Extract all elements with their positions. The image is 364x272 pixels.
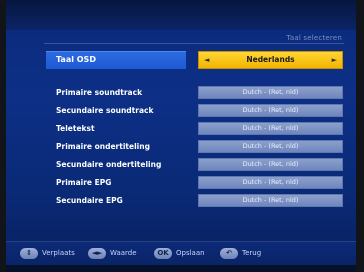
setting-value[interactable]: Dutch - (Ret, nld) <box>198 104 343 117</box>
title-divider <box>44 43 344 44</box>
updown-icon: ⇕ <box>20 248 38 259</box>
setting-row-secondary-epg[interactable]: Secundaire EPG Dutch - (Ret, nld) <box>46 194 343 208</box>
setting-row-teletext[interactable]: Teletekst Dutch - (Ret, nld) <box>46 122 343 136</box>
setting-label: Primaire soundtrack <box>56 88 143 97</box>
setting-value[interactable]: Dutch - (Ret, nld) <box>198 158 343 171</box>
ok-icon: OK <box>154 248 172 259</box>
setting-row-primary-subtitles[interactable]: Primaire ondertiteling Dutch - (Ret, nld… <box>46 140 343 154</box>
setting-label: Secundaire soundtrack <box>56 106 154 115</box>
back-icon: ↶ <box>220 248 238 259</box>
osd-language-row[interactable]: Taal OSD ◄ Nederlands ► <box>46 51 343 69</box>
setting-label: Primaire EPG <box>56 178 112 187</box>
left-arrow-icon[interactable]: ◄ <box>204 56 209 65</box>
hint-label: Verplaats <box>42 249 75 257</box>
setting-label: Primaire ondertiteling <box>56 142 150 151</box>
setting-row-primary-epg[interactable]: Primaire EPG Dutch - (Ret, nld) <box>46 176 343 190</box>
setting-value[interactable]: Dutch - (Ret, nld) <box>198 194 343 207</box>
setting-label: Teletekst <box>56 124 95 133</box>
setting-value[interactable]: Dutch - (Ret, nld) <box>198 86 343 99</box>
setting-row-secondary-subtitles[interactable]: Secundaire ondertiteling Dutch - (Ret, n… <box>46 158 343 172</box>
setting-label: Secundaire EPG <box>56 196 123 205</box>
hint-label: Opslaan <box>176 249 205 257</box>
setting-value[interactable]: Dutch - (Ret, nld) <box>198 176 343 189</box>
setting-label: Secundaire ondertiteling <box>56 160 162 169</box>
osd-language-selector[interactable]: ◄ Nederlands ► <box>198 51 343 69</box>
page-title: Taal selecteren <box>286 34 342 42</box>
right-arrow-icon[interactable]: ► <box>332 56 337 65</box>
osd-label-highlight: Taal OSD <box>46 51 186 69</box>
setting-row-secondary-soundtrack[interactable]: Secundaire soundtrack Dutch - (Ret, nld) <box>46 104 343 118</box>
hint-label: Terug <box>242 249 262 257</box>
osd-language-value: Nederlands <box>246 55 295 64</box>
bottom-edge <box>6 265 356 272</box>
leftright-icon: ◄► <box>88 248 106 259</box>
tv-screen: Taal selecteren Taal OSD ◄ Nederlands ► … <box>6 0 356 272</box>
top-band <box>6 0 356 30</box>
setting-value[interactable]: Dutch - (Ret, nld) <box>198 122 343 135</box>
setting-row-primary-soundtrack[interactable]: Primaire soundtrack Dutch - (Ret, nld) <box>46 86 343 100</box>
footer-hint-bar: ⇕ Verplaats ◄► Waarde OK Opslaan ↶ Terug <box>6 241 356 266</box>
osd-label: Taal OSD <box>56 55 96 64</box>
hint-label: Waarde <box>110 249 137 257</box>
setting-value[interactable]: Dutch - (Ret, nld) <box>198 140 343 153</box>
